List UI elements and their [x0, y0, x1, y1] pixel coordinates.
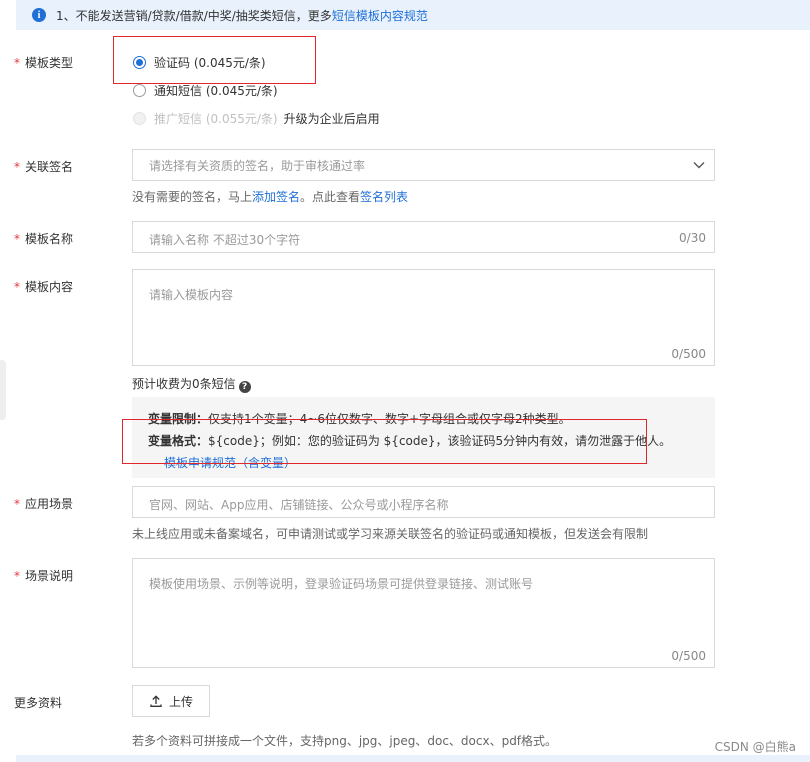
template-content-label: * 模板内容 — [14, 280, 74, 294]
scene-desc-counter: 0/500 — [671, 649, 706, 663]
highlight-box-variable-format — [122, 419, 647, 464]
scene-desc-placeholder: 模板使用场景、示例等说明，登录验证码场景可提供登录链接、测试账号 — [149, 577, 534, 591]
question-icon[interactable]: ? — [238, 381, 251, 393]
notice-text: 1、不能发送营销/贷款/借款/中奖/抽奖类短信，更多 — [56, 8, 332, 23]
required-mark: * — [14, 497, 20, 511]
template-content-counter: 0/500 — [671, 347, 706, 361]
notice-bar: i 1、不能发送营销/贷款/借款/中奖/抽奖类短信，更多 短信模板内容规范 — [16, 0, 810, 30]
scene-desc-label: * 场景说明 — [14, 569, 74, 583]
chevron-down-icon — [693, 162, 705, 169]
required-mark: * — [14, 56, 20, 70]
signature-hint: 没有需要的签名，马上添加签名。点此查看签名列表 — [132, 190, 409, 204]
radio-disabled-icon — [133, 112, 146, 125]
add-signature-link[interactable]: 添加签名 — [252, 190, 300, 204]
required-mark: * — [14, 569, 20, 583]
template-name-placeholder: 请输入名称 不超过30个字符 — [149, 233, 301, 247]
required-mark: * — [14, 232, 20, 246]
template-name-input[interactable]: 请输入名称 不超过30个字符 0/30 — [132, 221, 715, 253]
radio-verification-code[interactable]: 验证码 (0.045元/条) — [133, 54, 266, 71]
upload-button[interactable]: 上传 — [132, 685, 210, 717]
signature-list-link[interactable]: 签名列表 — [360, 190, 408, 204]
scene-desc-textarea[interactable]: 模板使用场景、示例等说明，登录验证码场景可提供登录链接、测试账号 0/500 — [132, 558, 715, 668]
radio-checked-icon[interactable] — [133, 56, 146, 69]
template-content-placeholder: 请输入模板内容 — [149, 288, 234, 302]
required-mark: * — [14, 280, 20, 294]
upload-icon — [150, 695, 162, 707]
watermark: CSDN @白熊a — [714, 740, 796, 754]
template-name-counter: 0/30 — [679, 231, 706, 245]
info-icon: i — [32, 8, 46, 22]
radio-notification-sms[interactable]: 通知短信 (0.045元/条) — [133, 82, 278, 99]
template-type-label: * 模板类型 — [14, 56, 74, 70]
signature-select[interactable]: 请选择有关资质的签名，助于审核通过率 — [132, 149, 715, 181]
radio-unchecked-icon[interactable] — [133, 84, 146, 97]
required-mark: * — [14, 160, 20, 174]
collapse-handle[interactable] — [0, 360, 6, 420]
signature-placeholder: 请选择有关资质的签名，助于审核通过率 — [149, 158, 366, 173]
radio-promotion-sms: 推广短信 (0.055元/条) 升级为企业后启用 — [133, 110, 380, 127]
template-content-textarea[interactable]: 请输入模板内容 0/500 — [132, 269, 715, 366]
template-name-label: * 模板名称 — [14, 232, 74, 246]
scene-label: * 应用场景 — [14, 497, 74, 511]
bottom-bar — [16, 755, 810, 762]
content-spec-link[interactable]: 短信模板内容规范 — [332, 7, 428, 24]
more-info-hint: 若多个资料可拼接成一个文件，支持png、jpg、jpeg、doc、docx、pd… — [132, 734, 558, 748]
scene-placeholder: 官网、网站、App应用、店铺链接、公众号或小程序名称 — [149, 498, 449, 512]
fee-estimate: 预计收费为0条短信? — [132, 375, 251, 393]
scene-hint: 未上线应用或未备案域名，可申请测试或学习来源关联签名的验证码或通知模板，但发送会… — [132, 527, 649, 541]
upgrade-note: 升级为企业后启用 — [283, 112, 380, 126]
more-info-label: 更多资料 — [14, 696, 63, 710]
signature-label: * 关联签名 — [14, 160, 74, 174]
scene-input[interactable]: 官网、网站、App应用、店铺链接、公众号或小程序名称 — [132, 486, 715, 518]
